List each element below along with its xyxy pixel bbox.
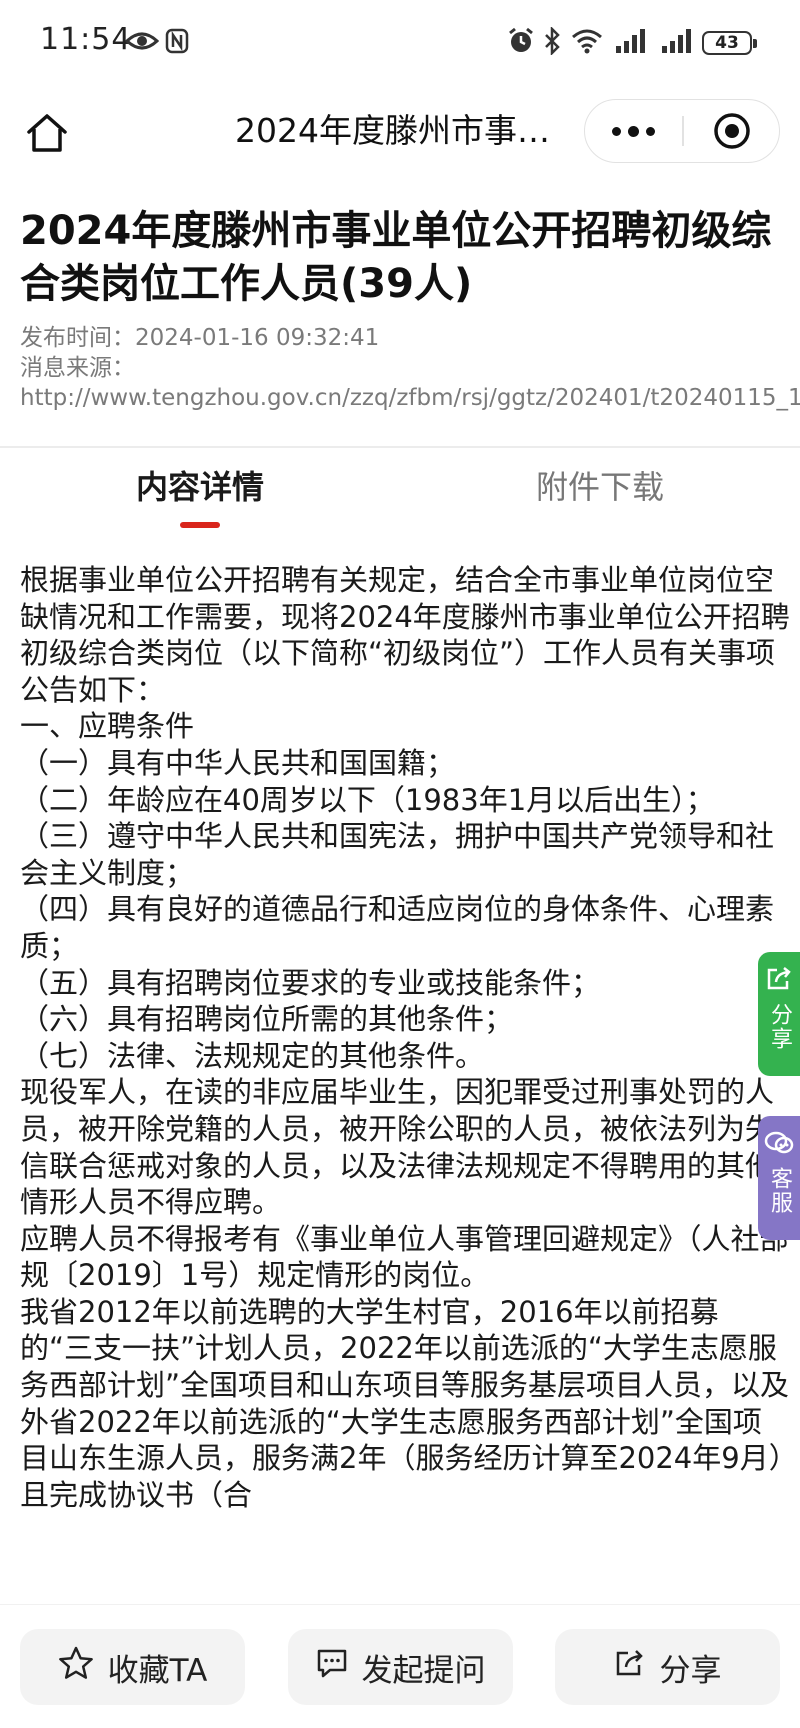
alarm-icon: [506, 26, 536, 56]
chat-service-icon: [764, 1130, 794, 1163]
share-icon: [765, 966, 793, 999]
star-icon: [58, 1646, 94, 1688]
favorite-button[interactable]: 收藏TA: [20, 1629, 245, 1705]
publish-time: 发布时间：2024-01-16 09:32:41: [20, 325, 380, 351]
mini-program-capsule: [584, 99, 780, 163]
content-paragraph: 根据事业单位公开招聘有关规定，结合全市事业单位岗位空缺情况和工作需要，现将202…: [20, 563, 790, 707]
source-url-link[interactable]: http://www.tengzhou.gov.cn/zzq/zfbm/rsj/…: [20, 384, 800, 412]
article-content: 根据事业单位公开招聘有关规定，结合全市事业单位岗位空缺情况和工作需要，现将202…: [20, 562, 790, 1602]
nfc-icon: [164, 26, 190, 56]
content-paragraph: （六）具有招聘岗位所需的其他条件；: [20, 1002, 514, 1037]
close-target-icon[interactable]: [685, 100, 779, 162]
share-button[interactable]: 分享: [555, 1629, 780, 1705]
content-paragraph: 一、应聘条件: [20, 709, 195, 744]
float-service-button[interactable]: 客服: [758, 1116, 800, 1240]
content-paragraph: （一）具有中华人民共和国国籍；: [20, 745, 456, 780]
content-paragraph: 我省2012年以前选聘的大学生村官，2016年以前招募的“三支一扶”计划人员，2…: [20, 1294, 790, 1512]
capsule-divider: [682, 116, 684, 146]
float-share-button[interactable]: 分享: [758, 952, 800, 1076]
content-paragraph: 应聘人员不得报考有《事业单位人事管理回避规定》（人社部规〔2019〕1号）规定情…: [20, 1221, 789, 1293]
bluetooth-icon: [540, 26, 564, 56]
message-icon: [316, 1648, 348, 1686]
float-service-label: 客服: [767, 1167, 792, 1215]
nav-title: 2024年度滕州市事…: [235, 111, 550, 150]
status-bar: 11:54 43: [0, 0, 800, 92]
source-label: 消息来源：: [20, 355, 135, 381]
ask-question-label: 发起提问: [361, 1652, 486, 1689]
active-tab-indicator: [180, 522, 220, 528]
signal-icon: [660, 26, 694, 56]
share-icon: [614, 1648, 646, 1686]
nav-bar: 2024年度滕州市事…: [0, 92, 800, 172]
share-label: 分享: [659, 1652, 722, 1689]
signal-icon: [614, 26, 648, 56]
article-title: 2024年度滕州市事业单位公开招聘初级综合类岗位工作人员(39人): [20, 208, 772, 307]
content-paragraph: （二）年龄应在40周岁以下（1983年1月以后出生）；: [20, 782, 715, 817]
bottom-action-bar: 收藏TA 发起提问 分享: [0, 1604, 800, 1728]
ask-question-button[interactable]: 发起提问: [288, 1629, 513, 1705]
content-paragraph: （七）法律、法规规定的其他条件。: [20, 1038, 485, 1073]
tab-content-details[interactable]: 内容详情: [50, 462, 350, 512]
eye-icon: [124, 26, 160, 56]
content-paragraph: （四）具有良好的道德品行和适应岗位的身体条件、心理素质；: [20, 892, 775, 963]
float-share-label: 分享: [767, 1003, 792, 1051]
wifi-icon: [570, 26, 604, 56]
header-divider: [0, 446, 800, 448]
status-time: 11:54: [40, 22, 132, 57]
content-paragraph: （三）遵守中华人民共和国宪法，拥护中国共产党领导和社会主义制度；: [20, 819, 775, 890]
content-paragraph: 现役军人，在读的非应届毕业生，因犯罪受过刑事处罚的人员，被开除党籍的人员，被开除…: [20, 1075, 775, 1220]
battery-icon: 43: [702, 31, 757, 55]
tab-attachment-download[interactable]: 附件下载: [450, 462, 750, 512]
more-icon[interactable]: [585, 100, 681, 162]
favorite-label: 收藏TA: [107, 1652, 208, 1689]
home-icon[interactable]: [22, 108, 72, 158]
content-paragraph: （五）具有招聘岗位要求的专业或技能条件；: [20, 965, 601, 1000]
